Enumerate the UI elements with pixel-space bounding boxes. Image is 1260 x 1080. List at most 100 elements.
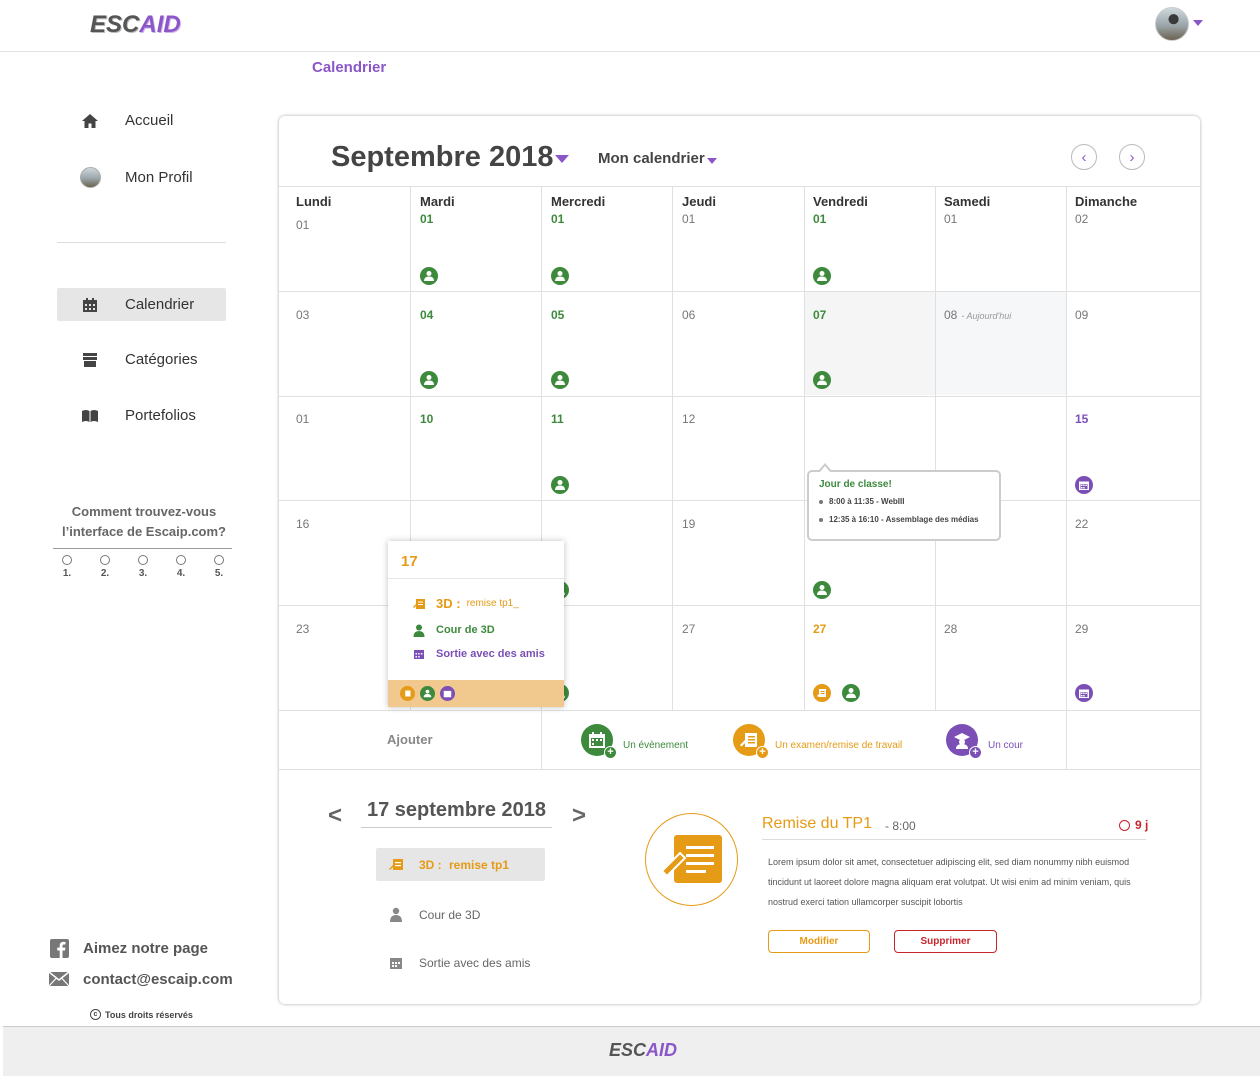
outing-event-icon[interactable] [1075, 476, 1093, 494]
footer-logo[interactable]: ESCAID [609, 1040, 677, 1061]
day-number[interactable]: 01 [944, 212, 957, 226]
facebook-icon [48, 938, 70, 958]
survey-radio-4[interactable]: 4. [171, 555, 191, 579]
logo[interactable]: ESC AID [90, 8, 181, 42]
user-menu-caret-icon[interactable] [1193, 20, 1203, 26]
prev-month-button[interactable]: ‹ [1071, 144, 1097, 170]
sidebar-item-profil[interactable]: Mon Profil [57, 161, 226, 194]
survey-radio-5[interactable]: 5. [209, 555, 229, 579]
day-number[interactable]: 01 [813, 212, 826, 226]
day-number[interactable]: 01 [296, 412, 309, 426]
teacher-icon [412, 623, 426, 637]
class-event-icon[interactable] [813, 581, 831, 599]
class-event-icon[interactable] [420, 686, 435, 701]
weekday-label: Samedi [944, 194, 991, 209]
day-number[interactable]: 10 [420, 412, 433, 426]
day-number[interactable]: 03 [296, 308, 309, 322]
class-event-icon[interactable] [842, 684, 860, 702]
day-number[interactable]: 05 [551, 308, 564, 322]
day-number[interactable]: 02 [1075, 212, 1088, 226]
day-number[interactable]: 07 [813, 308, 826, 322]
class-event-icon[interactable] [813, 267, 831, 285]
day-number[interactable]: 12 [682, 412, 695, 426]
detail-list-item-exam[interactable]: 3D : remise tp1 [376, 848, 545, 881]
chevron-right-icon: > [572, 802, 587, 829]
home-icon [79, 110, 101, 132]
edit-button[interactable]: Modifier [768, 930, 870, 953]
top-bar: ESC AID [0, 0, 1260, 52]
day-number[interactable]: 16 [296, 517, 309, 531]
user-avatar[interactable] [1155, 7, 1189, 41]
month-dropdown-caret-icon[interactable] [555, 155, 569, 163]
day-number-today[interactable]: 08- Aujourd'hui [944, 308, 1011, 322]
chevron-left-icon: < [328, 802, 343, 829]
prev-day-button[interactable]: < [328, 802, 342, 830]
class-event-icon[interactable] [813, 371, 831, 389]
survey-options: 1. 2. 3. 4. 5. [57, 555, 229, 579]
add-label: Ajouter [387, 732, 433, 747]
sidebar-item-categories[interactable]: Catégories [57, 343, 226, 376]
email-link[interactable]: contact@escaip.com [48, 969, 233, 989]
day-number[interactable]: 01 [420, 212, 433, 226]
detail-list-item-outing[interactable]: Sortie avec des amis [376, 946, 545, 979]
teacher-icon [388, 907, 404, 923]
popup-item-outing[interactable]: Sortie avec des amis [412, 647, 545, 661]
detail-list-item-class[interactable]: Cour de 3D [376, 898, 545, 931]
day-number[interactable]: 22 [1075, 517, 1088, 531]
copyright: c Tous droits réservés [90, 1009, 193, 1020]
next-month-button[interactable]: › [1119, 144, 1145, 170]
class-event-icon[interactable] [551, 371, 569, 389]
sidebar-item-portefolios[interactable]: Portefolios [57, 399, 226, 432]
day-number[interactable]: 11 [551, 412, 564, 426]
facebook-link[interactable]: Aimez notre page [48, 938, 208, 958]
survey-radio-2[interactable]: 2. [95, 555, 115, 579]
sidebar-item-label: Catégories [125, 351, 198, 368]
outing-event-icon[interactable] [1075, 684, 1093, 702]
day-number[interactable]: 01 [551, 212, 564, 226]
sidebar-item-accueil[interactable]: Accueil [57, 104, 226, 137]
day-number[interactable]: 09 [1075, 308, 1088, 322]
day-number[interactable]: 01 [296, 218, 309, 232]
add-exam-button[interactable]: + Un examen/remise de travail [733, 724, 902, 759]
class-event-icon[interactable] [551, 267, 569, 285]
day-number[interactable]: 28 [944, 622, 957, 636]
sidebar-item-calendrier[interactable]: Calendrier [57, 288, 226, 321]
day-number[interactable]: 04 [420, 308, 433, 322]
delete-button[interactable]: Supprimer [894, 930, 997, 953]
next-day-button[interactable]: > [572, 802, 586, 830]
calendar-dropdown-caret-icon[interactable] [707, 158, 717, 164]
add-course-button[interactable]: + Un cour [946, 724, 1023, 759]
weekday-label: Lundi [296, 194, 332, 209]
calendar-select[interactable]: Mon calendrier [598, 150, 705, 167]
day-cell-today[interactable] [935, 291, 1066, 395]
day-number[interactable]: 23 [296, 622, 309, 636]
exam-event-icon[interactable] [813, 684, 831, 702]
shop-icon [79, 349, 101, 371]
event-title: Remise du TP1 [762, 815, 872, 832]
book-icon [79, 405, 101, 427]
tooltip-row: 8:00 à 11:35 - WebIII [819, 497, 989, 506]
today-label: - Aujourd'hui [961, 311, 1012, 321]
day-number[interactable]: 01 [682, 212, 695, 226]
chevron-right-icon: › [1129, 148, 1135, 166]
day-number[interactable]: 29 [1075, 622, 1088, 636]
day-number[interactable]: 06 [682, 308, 695, 322]
class-event-icon[interactable] [420, 371, 438, 389]
class-event-icon[interactable] [420, 267, 438, 285]
day-number[interactable]: 27 [682, 622, 695, 636]
survey-divider [53, 548, 232, 549]
class-event-icon[interactable] [551, 476, 569, 494]
popup-item-exam[interactable]: 3D : remise tp1_ [412, 596, 519, 611]
survey-radio-3[interactable]: 3. [133, 555, 153, 579]
exam-icon [412, 597, 426, 611]
day-number[interactable]: 19 [682, 517, 695, 531]
add-event-button[interactable]: + Un évènement [581, 724, 688, 759]
day-number[interactable]: 15 [1075, 412, 1088, 426]
day-number[interactable]: 27 [813, 622, 826, 636]
survey-radio-1[interactable]: 1. [57, 555, 77, 579]
outing-event-icon[interactable] [440, 686, 455, 701]
exam-event-icon[interactable] [400, 686, 415, 701]
calendar-icon [388, 955, 404, 971]
popup-item-class[interactable]: Cour de 3D [412, 623, 495, 637]
weekday-label: Dimanche [1075, 194, 1138, 209]
